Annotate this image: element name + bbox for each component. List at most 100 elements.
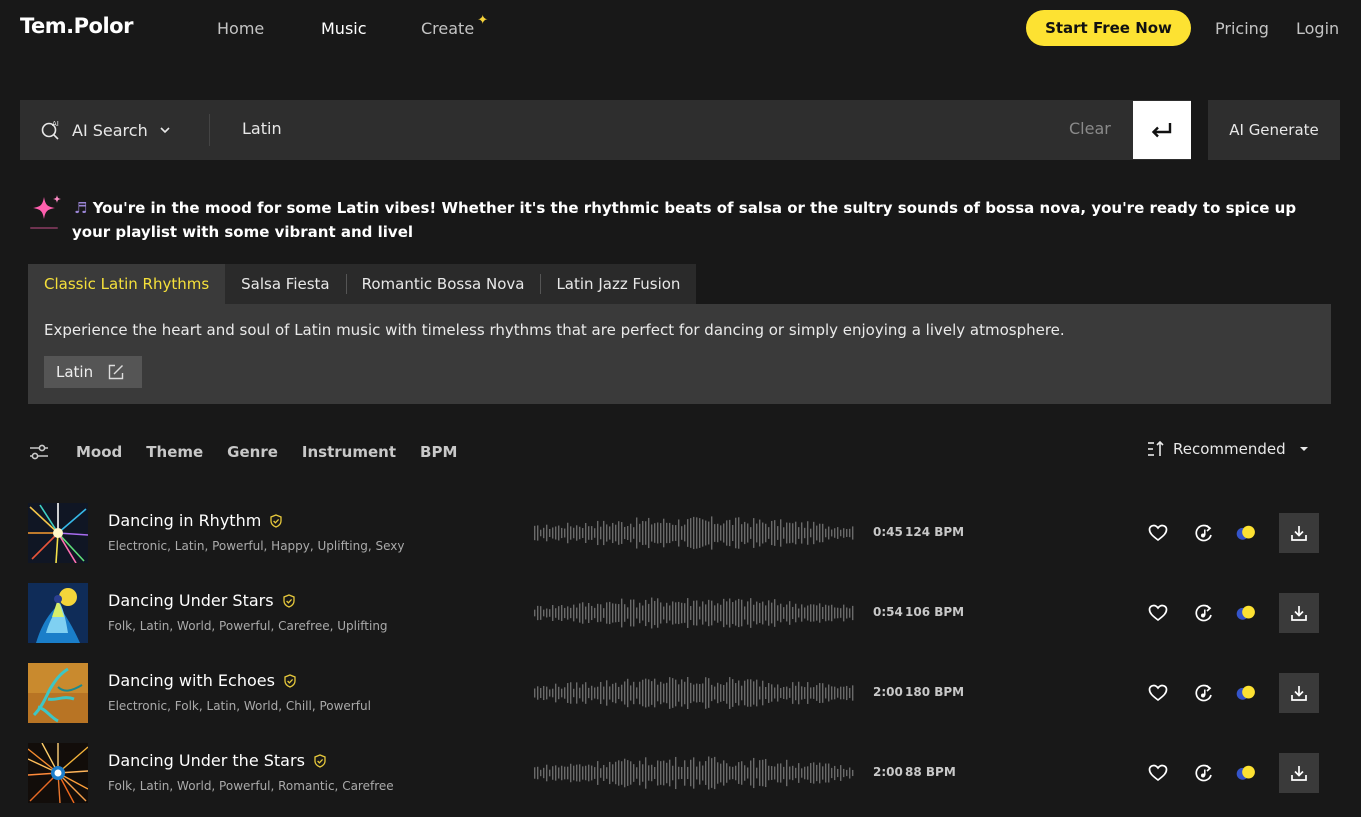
ai-message-text: You're in the mood for some Latin vibes!… (72, 199, 1297, 241)
sliders-icon[interactable] (28, 443, 50, 461)
waveform-bar (750, 598, 752, 628)
waveform-bar (672, 765, 674, 781)
tag-chip-latin[interactable]: Latin (44, 356, 142, 388)
coins-icon[interactable] (1235, 762, 1257, 784)
search-divider (209, 114, 210, 146)
coins-icon[interactable] (1235, 602, 1257, 624)
waveform-bar (852, 685, 854, 701)
track-waveform[interactable] (533, 515, 855, 551)
waveform-bar (801, 522, 803, 544)
waveform-bar (792, 682, 794, 704)
tab-latin-jazz-fusion[interactable]: Latin Jazz Fusion (540, 264, 696, 304)
waveform-bar (849, 687, 851, 699)
waveform-bar (810, 763, 812, 783)
waveform-bar (612, 764, 614, 782)
waveform-bar (630, 599, 632, 627)
waveform-bar (699, 761, 701, 785)
filter-genre[interactable]: Genre (227, 443, 278, 461)
waveform-bar (591, 526, 593, 540)
track-title[interactable]: Dancing in Rhythm (108, 511, 261, 530)
waveform-bar (546, 524, 548, 542)
start-free-button[interactable]: Start Free Now (1026, 10, 1191, 46)
track-row[interactable]: Dancing Under Stars Folk, Latin, World, … (28, 583, 1331, 643)
heart-icon[interactable] (1147, 602, 1169, 624)
filter-bpm[interactable]: BPM (420, 443, 457, 461)
track-cover-art[interactable] (28, 503, 88, 563)
waveform-bar (681, 679, 683, 707)
waveform-bar (690, 682, 692, 704)
waveform-bar (738, 680, 740, 706)
track-row[interactable]: Dancing with Echoes Electronic, Folk, La… (28, 663, 1331, 723)
search-input[interactable]: Latin (242, 119, 282, 138)
track-title-line: Dancing with Echoes (108, 671, 297, 690)
nav-create-link[interactable]: Create ✦ (421, 13, 488, 38)
waveform-bar (759, 686, 761, 700)
heart-icon[interactable] (1147, 522, 1169, 544)
clear-button[interactable]: Clear (1069, 119, 1111, 138)
track-row[interactable]: Dancing Under the Stars Folk, Latin, Wor… (28, 743, 1331, 803)
download-button[interactable] (1279, 513, 1319, 553)
track-waveform[interactable] (533, 755, 855, 791)
heart-icon[interactable] (1147, 682, 1169, 704)
waveform-bar (624, 526, 626, 540)
track-row[interactable]: Dancing in Rhythm Electronic, Latin, Pow… (28, 503, 1331, 563)
waveform-bar (708, 756, 710, 790)
track-title[interactable]: Dancing Under the Stars (108, 751, 305, 770)
download-button[interactable] (1279, 753, 1319, 793)
waveform-bar (627, 678, 629, 708)
waveform-bar (651, 681, 653, 705)
waveform-bar (555, 526, 557, 540)
coins-icon[interactable] (1235, 682, 1257, 704)
waveform-bar (600, 768, 602, 778)
tab-classic-latin-rhythms[interactable]: Classic Latin Rhythms (28, 264, 226, 304)
remix-icon[interactable] (1193, 522, 1215, 544)
waveform-bar (609, 686, 611, 700)
waveform-bar (834, 607, 836, 619)
download-button[interactable] (1279, 593, 1319, 633)
download-button[interactable] (1279, 673, 1319, 713)
track-waveform[interactable] (533, 595, 855, 631)
waveform-bar (762, 759, 764, 787)
waveform-bar (633, 764, 635, 782)
track-cover-art[interactable] (28, 583, 88, 643)
ai-generate-button[interactable]: AI Generate (1208, 100, 1340, 160)
waveform-bar (582, 766, 584, 780)
svg-text:AI: AI (52, 120, 59, 128)
waveform-bar (753, 604, 755, 622)
track-title[interactable]: Dancing Under Stars (108, 591, 274, 610)
track-title[interactable]: Dancing with Echoes (108, 671, 275, 690)
nav-music-link[interactable]: Music (321, 19, 367, 38)
tab-salsa-fiesta[interactable]: Salsa Fiesta (225, 264, 345, 304)
waveform-bar (678, 601, 680, 625)
track-waveform[interactable] (533, 675, 855, 711)
remix-icon[interactable] (1193, 762, 1215, 784)
track-cover-art[interactable] (28, 663, 88, 723)
remix-icon[interactable] (1193, 682, 1215, 704)
heart-icon[interactable] (1147, 762, 1169, 784)
waveform-bar (789, 522, 791, 544)
filter-mood[interactable]: Mood (76, 443, 122, 461)
waveform-bar (726, 682, 728, 704)
sort-dropdown[interactable]: Recommended (1147, 440, 1310, 458)
remix-icon[interactable] (1193, 602, 1215, 624)
nav-home-link[interactable]: Home (217, 19, 264, 38)
track-cover-art[interactable] (28, 743, 88, 803)
ai-search-dropdown[interactable]: AI AI Search (40, 100, 172, 160)
tab-romantic-bossa-nova[interactable]: Romantic Bossa Nova (345, 264, 541, 304)
pricing-link[interactable]: Pricing (1215, 19, 1269, 38)
search-submit-button[interactable] (1133, 101, 1191, 159)
login-link[interactable]: Login (1296, 19, 1339, 38)
filter-theme[interactable]: Theme (146, 443, 203, 461)
waveform-bar (654, 523, 656, 543)
waveform-bar (567, 683, 569, 703)
waveform-bar (795, 685, 797, 701)
filter-instrument[interactable]: Instrument (302, 443, 396, 461)
waveform-bar (600, 526, 602, 540)
coins-icon[interactable] (1235, 522, 1257, 544)
waveform-bar (789, 766, 791, 780)
waveform-bar (732, 602, 734, 624)
logo[interactable]: Tem.Polor (20, 14, 133, 38)
waveform-bar (558, 686, 560, 700)
waveform-bar (849, 528, 851, 538)
waveform-bar (633, 681, 635, 705)
